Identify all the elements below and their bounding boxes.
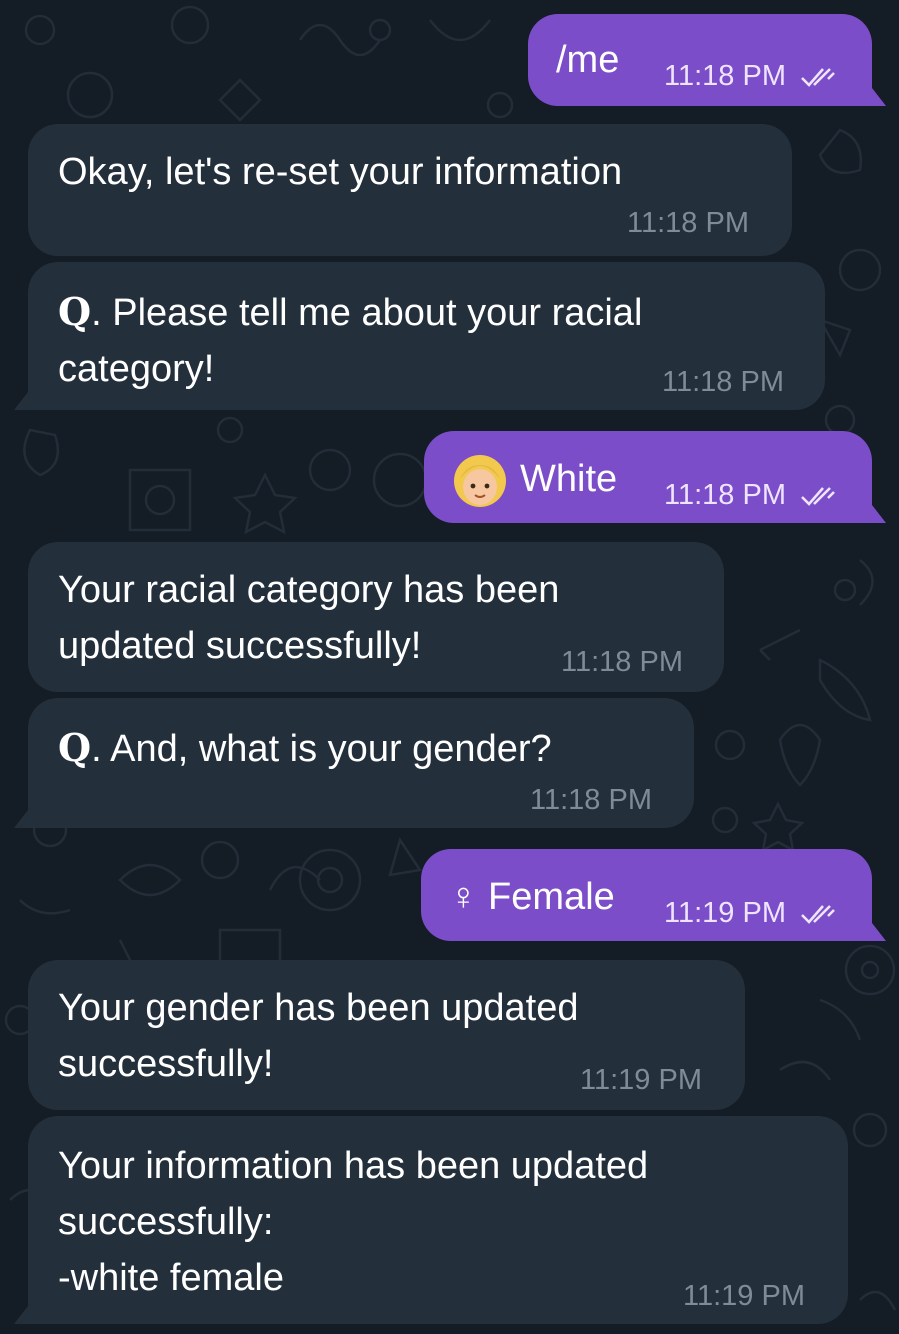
message-bubble-outgoing[interactable]: /me 11:18 PM bbox=[528, 14, 872, 106]
message-bubble-incoming[interactable]: Q. Please tell me about your racial cate… bbox=[28, 262, 825, 410]
message-text: Q. Please tell me about your racial cate… bbox=[58, 289, 643, 390]
message-text: White bbox=[520, 458, 618, 500]
double-check-icon bbox=[801, 905, 835, 925]
message-timestamp: 11:18 PM bbox=[664, 60, 838, 92]
message-bubble-incoming[interactable]: Your racial category has been updated su… bbox=[28, 542, 724, 692]
message-timestamp: 11:18 PM bbox=[664, 479, 838, 511]
message-text: Your gender has been updated successfull… bbox=[58, 987, 579, 1085]
message-text: ♀ Female bbox=[449, 876, 615, 918]
double-check-icon bbox=[801, 487, 835, 507]
message-text: Okay, let's re-set your information bbox=[58, 151, 623, 193]
message-timestamp: 11:19 PM bbox=[664, 897, 838, 929]
message-timestamp: 11:19 PM bbox=[683, 1280, 805, 1312]
message-bubble-incoming[interactable]: Your information has been updated succes… bbox=[28, 1116, 848, 1324]
message-bubble-incoming[interactable]: Your gender has been updated successfull… bbox=[28, 960, 745, 1110]
message-bubble-outgoing[interactable]: ♀ Female 11:19 PM bbox=[421, 849, 872, 941]
message-timestamp: 11:19 PM bbox=[580, 1064, 702, 1096]
message-timestamp: 11:18 PM bbox=[627, 207, 749, 239]
message-timestamp: 11:18 PM bbox=[561, 646, 683, 678]
message-timestamp: 11:18 PM bbox=[530, 784, 652, 816]
message-timestamp: 11:18 PM bbox=[662, 366, 784, 398]
message-text: Your racial category has been updated su… bbox=[58, 569, 560, 667]
question-label: Q bbox=[58, 725, 92, 770]
double-check-icon bbox=[801, 68, 835, 88]
question-label: Q bbox=[58, 289, 92, 334]
message-text: /me bbox=[556, 39, 620, 81]
message-bubble-incoming[interactable]: Okay, let's re-set your information 11:1… bbox=[28, 124, 792, 256]
message-bubble-incoming[interactable]: Q. And, what is your gender? 11:18 PM bbox=[28, 698, 694, 828]
message-bubble-outgoing[interactable]: White 11:18 PM bbox=[424, 431, 872, 523]
girl-face-emoji-icon bbox=[454, 455, 506, 507]
message-text: Q. And, what is your gender? bbox=[58, 725, 552, 770]
message-text: Your information has been updated succes… bbox=[58, 1145, 649, 1299]
